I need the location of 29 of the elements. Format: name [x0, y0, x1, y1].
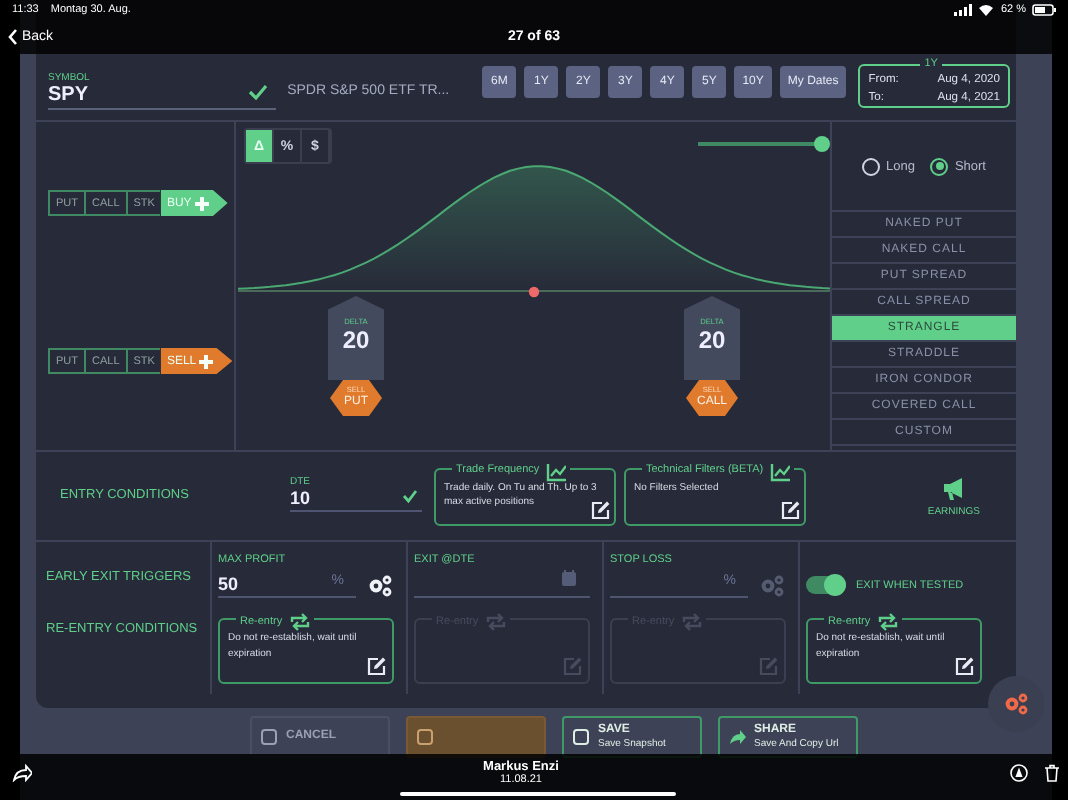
- share-icon: [728, 728, 746, 746]
- settings-button[interactable]: [988, 676, 1044, 732]
- plus-icon: [198, 353, 215, 369]
- repeat-icon: [484, 612, 507, 632]
- gears-icon: [1003, 692, 1029, 716]
- signal-icon: [954, 4, 973, 16]
- gears-icon[interactable]: [368, 574, 394, 598]
- calendar-icon: [560, 568, 578, 588]
- wifi-icon: [978, 4, 995, 16]
- repeat-icon: [876, 612, 899, 632]
- chart-icon: [545, 461, 566, 481]
- field-value: 50: [218, 574, 239, 594]
- repeat-icon: [288, 612, 311, 632]
- symbol-value: SPY: [48, 84, 89, 106]
- dte-value: 10: [290, 488, 311, 508]
- snapshot-button[interactable]: [406, 716, 546, 758]
- delta-value: 20: [342, 326, 370, 354]
- plus-icon: [193, 195, 210, 211]
- slider-thumb[interactable]: [814, 136, 830, 152]
- price-marker-icon: [528, 285, 540, 297]
- delta-value: 20: [698, 326, 726, 354]
- trash-icon[interactable]: [1044, 763, 1060, 781]
- chevron-left-icon: [8, 28, 18, 46]
- chart-icon: [769, 461, 790, 481]
- markup-icon[interactable]: [1010, 763, 1028, 781]
- battery-icon: [1032, 4, 1056, 16]
- megaphone-icon: [942, 475, 965, 499]
- share-icon[interactable]: [12, 763, 32, 781]
- repeat-icon: [680, 612, 703, 632]
